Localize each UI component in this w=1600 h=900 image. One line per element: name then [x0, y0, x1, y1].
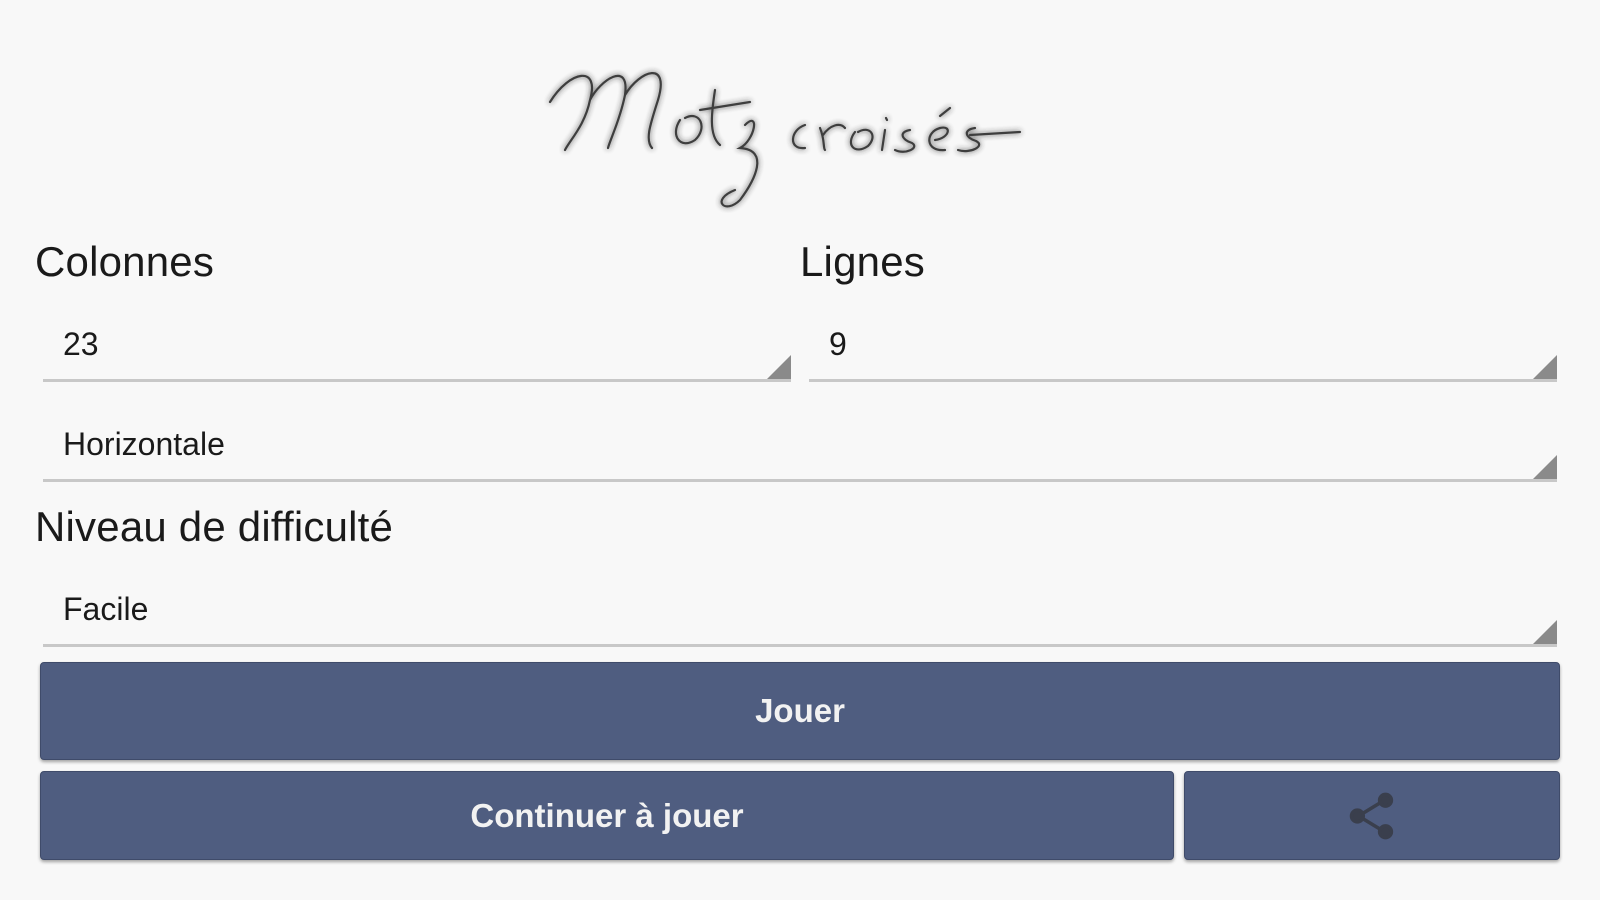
dropdown-arrow-icon — [1533, 355, 1557, 379]
difficulty-label: Niveau de difficulté — [35, 503, 394, 550]
orientation-value: Horizontale — [63, 426, 225, 462]
dropdown-arrow-icon — [767, 355, 791, 379]
orientation-spinner[interactable]: Horizontale — [43, 420, 1557, 482]
app-logo — [540, 40, 1060, 220]
rows-label: Lignes — [800, 238, 925, 285]
play-button[interactable]: Jouer — [40, 662, 1560, 760]
rows-spinner[interactable]: 9 — [809, 320, 1557, 382]
share-icon — [1349, 792, 1394, 839]
main-screen: Colonnes 23 Lignes 9 Horizontale Niveau … — [0, 0, 1600, 900]
difficulty-spinner[interactable]: Facile — [43, 585, 1557, 647]
logo-script-icon — [548, 72, 1022, 208]
columns-value: 23 — [63, 326, 99, 362]
columns-label: Colonnes — [35, 238, 215, 285]
play-button-label: Jouer — [755, 692, 845, 729]
continue-button[interactable]: Continuer à jouer — [40, 771, 1174, 860]
difficulty-value: Facile — [63, 591, 149, 627]
dropdown-arrow-icon — [1533, 620, 1557, 644]
rows-value: 9 — [829, 326, 847, 362]
share-button[interactable] — [1184, 771, 1560, 860]
continue-button-label: Continuer à jouer — [470, 796, 744, 834]
columns-spinner[interactable]: 23 — [43, 320, 791, 382]
dropdown-arrow-icon — [1533, 455, 1557, 479]
